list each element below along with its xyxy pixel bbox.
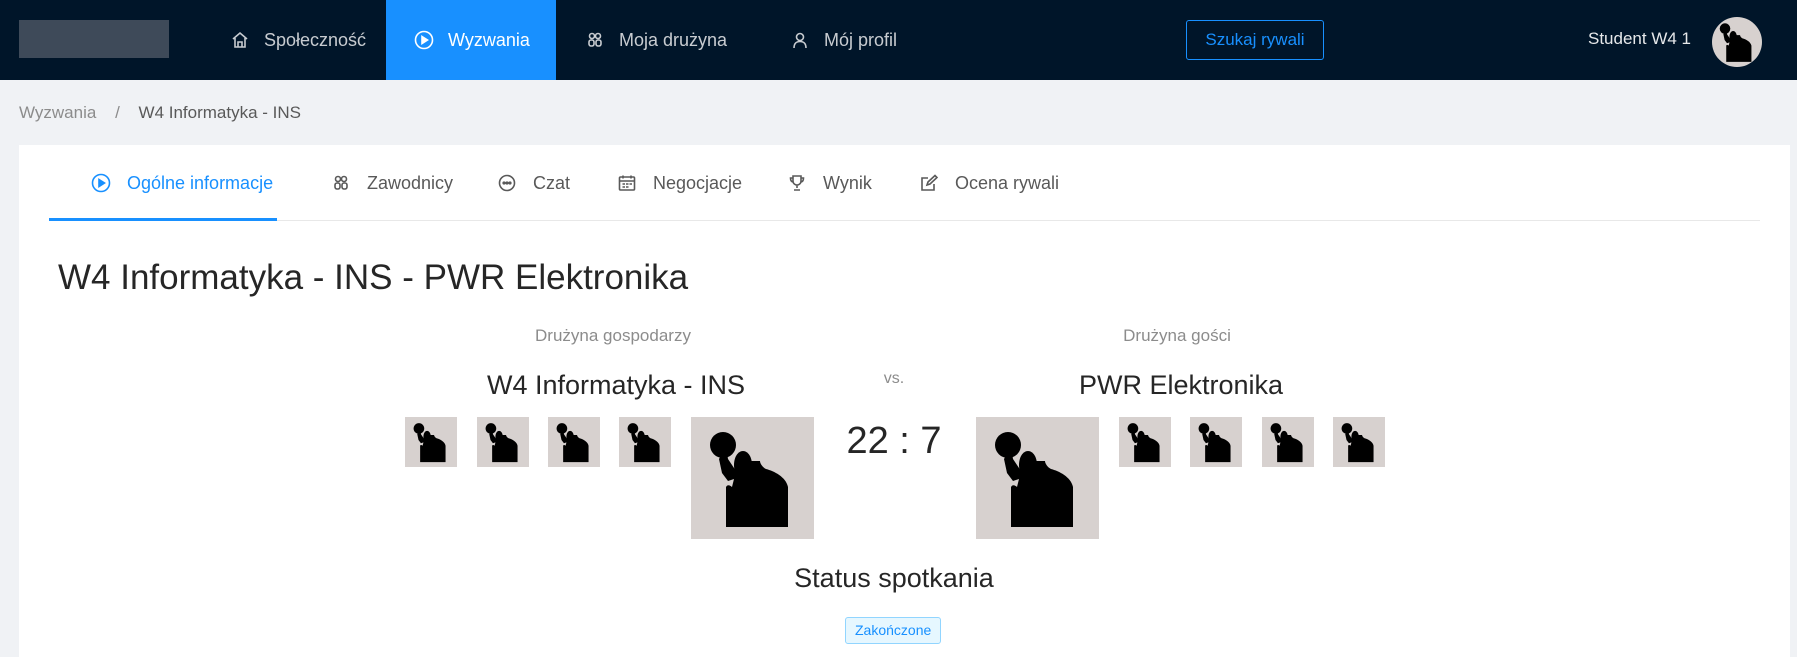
calendar-icon — [617, 173, 637, 193]
match-score: 22 : 7 — [846, 420, 942, 462]
breadcrumb: Wyzwania / W4 Informatyka - INS — [19, 103, 301, 123]
away-player-avatar[interactable] — [1262, 417, 1314, 467]
home-player-avatar[interactable] — [405, 417, 457, 467]
user-icon — [790, 30, 810, 50]
nav-item-label: Społeczność — [264, 29, 367, 50]
home-team-name[interactable]: W4 Informatyka - INS — [416, 370, 816, 401]
nav-item-moj-profil[interactable]: Mój profil — [762, 0, 925, 80]
nav-item-wyzwania[interactable]: Wyzwania — [386, 0, 556, 80]
breadcrumb-separator: / — [115, 103, 120, 122]
tab-label: Ogólne informacje — [127, 172, 274, 193]
tab-ocena-rywali[interactable]: Ocena rywali — [919, 145, 1059, 221]
home-icon — [230, 30, 250, 50]
nav-item-label: Wyzwania — [448, 29, 530, 50]
away-player-avatar[interactable] — [1333, 417, 1385, 467]
tab-label: Ocena rywali — [955, 172, 1060, 193]
team-icon — [331, 173, 351, 193]
status-heading: Status spotkania — [794, 563, 994, 593]
top-navigation-bar: Społeczność Wyzwania Moja drużyna Mój pr… — [0, 0, 1797, 80]
tab-label: Negocjacje — [653, 172, 743, 193]
away-team-avatar[interactable] — [976, 417, 1099, 539]
nav-item-spolecznosc[interactable]: Społeczność — [202, 0, 394, 80]
home-team-label: Drużyna gospodarzy — [535, 326, 691, 345]
tab-ogolne-informacje[interactable]: Ogólne informacje — [91, 145, 273, 221]
tab-negocjacje[interactable]: Negocjacje — [617, 145, 742, 221]
breadcrumb-link-wyzwania[interactable]: Wyzwania — [19, 103, 96, 122]
versus-label: vs. — [883, 370, 905, 387]
away-team-label: Drużyna gości — [1123, 326, 1231, 345]
page-title: W4 Informatyka - INS - PWR Elektronika — [58, 258, 689, 297]
avatar[interactable] — [1712, 17, 1762, 67]
nav-item-label: Moja drużyna — [619, 29, 728, 50]
breadcrumb-current: W4 Informatyka - INS — [138, 103, 302, 122]
nav-item-moja-druzyna[interactable]: Moja drużyna — [557, 0, 755, 80]
play-circle-icon — [414, 30, 434, 50]
play-circle-icon — [91, 173, 111, 193]
tab-label: Wynik — [823, 172, 872, 193]
tab-zawodnicy[interactable]: Zawodnicy — [331, 145, 453, 221]
edit-icon — [919, 173, 939, 193]
home-player-avatar[interactable] — [619, 417, 671, 467]
tab-wynik[interactable]: Wynik — [787, 145, 872, 221]
away-player-avatar[interactable] — [1190, 417, 1242, 467]
tab-label: Zawodnicy — [367, 172, 454, 193]
away-team-name[interactable]: PWR Elektronika — [981, 370, 1381, 401]
home-player-avatar[interactable] — [477, 417, 529, 467]
home-team-avatar[interactable] — [691, 417, 814, 539]
user-name[interactable]: Student W4 1 — [1588, 29, 1691, 49]
nav-item-label: Mój profil — [824, 29, 898, 50]
tab-bar: Ogólne informacje Zawodnicy Czat Negocja… — [49, 145, 1760, 221]
away-player-avatar[interactable] — [1119, 417, 1171, 467]
tab-czat[interactable]: Czat — [497, 145, 570, 221]
trophy-icon — [787, 173, 807, 193]
tab-label: Czat — [533, 172, 571, 193]
status-badge: Zakończone — [845, 617, 942, 644]
team-icon — [585, 30, 605, 50]
app-logo[interactable] — [19, 20, 169, 58]
message-icon — [497, 173, 517, 193]
search-rivals-button[interactable]: Szukaj rywali — [1186, 20, 1324, 60]
home-player-avatar[interactable] — [548, 417, 600, 467]
active-tab-indicator — [49, 218, 277, 221]
